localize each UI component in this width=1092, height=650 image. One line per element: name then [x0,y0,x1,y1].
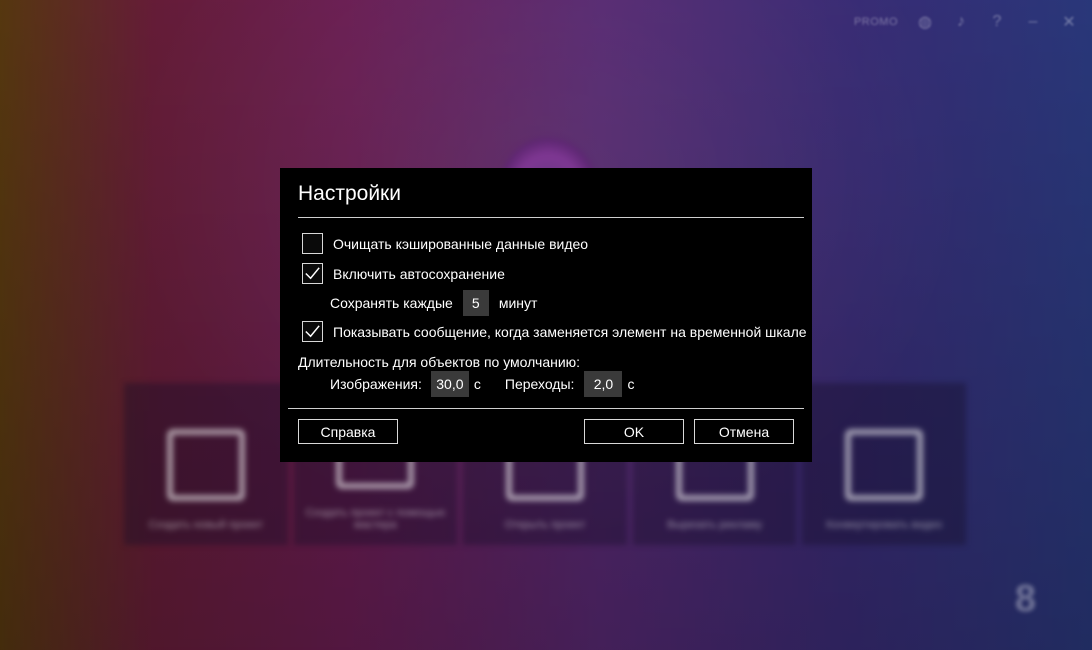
tile-new-project: Создать новый проект [124,383,288,545]
autosave-interval-input[interactable]: 5 [462,290,489,316]
timeline-message-checkbox[interactable] [302,321,323,342]
tile-label: Создать новый проект [148,519,263,531]
images-duration-label: Изображения: [330,376,422,392]
tile-convert-video: Конвертировать видео [802,383,966,545]
app-top-bar: PROMO ◍ ♪ ? – ✕ [854,12,1078,32]
tile-label: Создать проект с помощью мастера [305,507,446,531]
autosave-interval-prefix: Сохранять каждые [330,295,453,311]
option-clear-cache[interactable]: Очищать кэшированные данные видео [302,233,588,254]
help-icon: ? [992,13,1002,30]
promo-label: PROMO [853,16,898,28]
clear-cache-label: Очищать кэшированные данные видео [333,235,589,252]
tile-label: Вырезать рекламу [667,519,763,531]
close-icon: ✕ [1062,14,1076,31]
autosave-interval-unit: минут [498,295,538,311]
tile-label: Открыть проект [504,519,586,531]
images-duration-unit: с [473,376,481,392]
tile-label: Конвертировать видео [826,519,943,531]
option-timeline-message[interactable]: Показывать сообщение, когда заменяется э… [302,321,807,342]
convert-files-icon [845,429,924,501]
globe-icon: ◍ [918,14,932,31]
timeline-message-label: Показывать сообщение, когда заменяется э… [333,323,807,340]
duration-heading: Длительность для объектов по умолчанию: [298,354,580,370]
music-note-icon: ♪ [957,13,965,30]
images-duration-input[interactable]: 30,0 [430,371,469,397]
autosave-label: Включить автосохранение [333,265,505,282]
autosave-checkbox[interactable] [302,263,323,284]
brand-logo-icon: 8 [1014,578,1036,620]
dialog-title: Настройки [298,182,401,205]
autosave-interval-row: Сохранять каждые 5 минут [330,290,537,316]
cancel-button[interactable]: Отмена [694,419,794,444]
clapperboard-icon [166,429,245,501]
clear-cache-checkbox[interactable] [302,233,323,254]
settings-dialog: Настройки Очищать кэшированные данные ви… [280,168,812,462]
divider [288,408,804,409]
divider [298,217,804,218]
transitions-duration-input[interactable]: 2,0 [584,371,623,397]
duration-row: Изображения: 30,0 с Переходы: 2,0 с [330,371,634,397]
minimize-icon: – [1028,13,1038,30]
transitions-duration-unit: с [627,376,635,392]
transitions-duration-label: Переходы: [504,376,575,392]
help-button[interactable]: Справка [298,419,398,444]
ok-button[interactable]: OK [584,419,684,444]
option-autosave[interactable]: Включить автосохранение [302,263,505,284]
duration-heading-label: Длительность для объектов по умолчанию: [298,354,581,370]
